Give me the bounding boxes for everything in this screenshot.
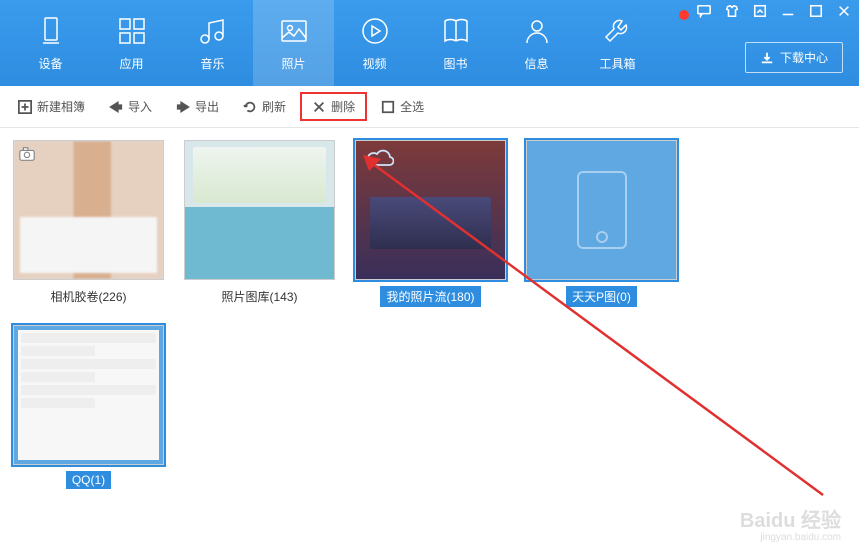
window-controls	[697, 4, 851, 18]
album-thumb	[526, 140, 677, 280]
nav-music[interactable]: 音乐	[172, 0, 253, 86]
album-label: 相机胶卷(226)	[44, 286, 132, 307]
download-icon	[760, 51, 774, 65]
download-center-button[interactable]: 下载中心	[745, 42, 843, 73]
refresh-button[interactable]: 刷新	[233, 92, 296, 121]
album-label: QQ(1)	[66, 471, 111, 489]
import-button[interactable]: 导入	[99, 92, 162, 121]
minimize-icon[interactable]	[781, 4, 795, 18]
feedback-icon[interactable]	[753, 4, 767, 18]
nav-apps[interactable]: 应用	[91, 0, 172, 86]
album-label: 天天P图(0)	[566, 286, 637, 307]
maximize-icon[interactable]	[809, 4, 823, 18]
plus-icon	[18, 100, 32, 114]
nav-contacts[interactable]: 信息	[496, 0, 577, 86]
delete-icon	[312, 100, 326, 114]
new-album-button[interactable]: 新建相簿	[8, 92, 95, 121]
album-label: 照片图库(143)	[215, 286, 303, 307]
nav-label: 音乐	[200, 55, 224, 72]
tb-label: 导出	[195, 98, 219, 115]
export-icon	[176, 100, 190, 114]
album-thumb	[184, 140, 335, 280]
refresh-icon	[243, 100, 257, 114]
export-button[interactable]: 导出	[166, 92, 229, 121]
nav-books[interactable]: 图书	[415, 0, 496, 86]
nav-photos[interactable]: 照片	[253, 0, 334, 86]
delete-button[interactable]: 删除	[300, 92, 367, 121]
comment-icon[interactable]	[697, 4, 711, 18]
album-photo-stream[interactable]: 我的照片流(180)	[354, 140, 507, 307]
nav-device[interactable]: 设备	[10, 0, 91, 86]
close-icon[interactable]	[837, 4, 851, 18]
tb-label: 导入	[128, 98, 152, 115]
nav-label: 设备	[38, 55, 62, 72]
select-all-button[interactable]: 全选	[371, 92, 434, 121]
nav-label: 工具箱	[599, 55, 635, 72]
album-ttpt[interactable]: 天天P图(0)	[525, 140, 678, 307]
notification-dot	[679, 10, 689, 20]
tb-label: 删除	[331, 98, 355, 115]
album-label: 我的照片流(180)	[380, 286, 480, 307]
album-qq[interactable]: QQ(1)	[12, 325, 165, 489]
nav-label: 应用	[119, 55, 143, 72]
checkbox-icon	[381, 100, 395, 114]
nav-label: 图书	[443, 55, 467, 72]
cloud-icon	[366, 149, 394, 169]
nav-label: 视频	[362, 55, 386, 72]
nav-video[interactable]: 视频	[334, 0, 415, 86]
import-icon	[109, 100, 123, 114]
album-thumb	[13, 325, 164, 465]
album-thumb	[13, 140, 164, 280]
tb-label: 刷新	[262, 98, 286, 115]
tb-label: 新建相簿	[37, 98, 85, 115]
album-photo-library[interactable]: 照片图库(143)	[183, 140, 336, 307]
watermark: Baidu 经验 jingyan.baidu.com	[740, 510, 841, 543]
tb-label: 全选	[400, 98, 424, 115]
album-camera-roll[interactable]: 相机胶卷(226)	[12, 140, 165, 307]
phone-placeholder-icon	[577, 171, 627, 249]
album-thumb	[355, 140, 506, 280]
nav-label: 照片	[281, 55, 305, 72]
camera-icon	[18, 145, 36, 163]
download-label: 下载中心	[780, 49, 828, 66]
album-grid: 相机胶卷(226) 照片图库(143) 我的照片流(180) 天天P图(0) Q…	[0, 128, 859, 501]
nav-label: 信息	[524, 55, 548, 72]
top-nav: 设备 应用 音乐 照片 视频 图书 信息 工具箱 下载中心	[0, 0, 859, 86]
shirt-icon[interactable]	[725, 4, 739, 18]
nav-tools[interactable]: 工具箱	[577, 0, 658, 86]
toolbar: 新建相簿 导入 导出 刷新 删除 全选	[0, 86, 859, 128]
